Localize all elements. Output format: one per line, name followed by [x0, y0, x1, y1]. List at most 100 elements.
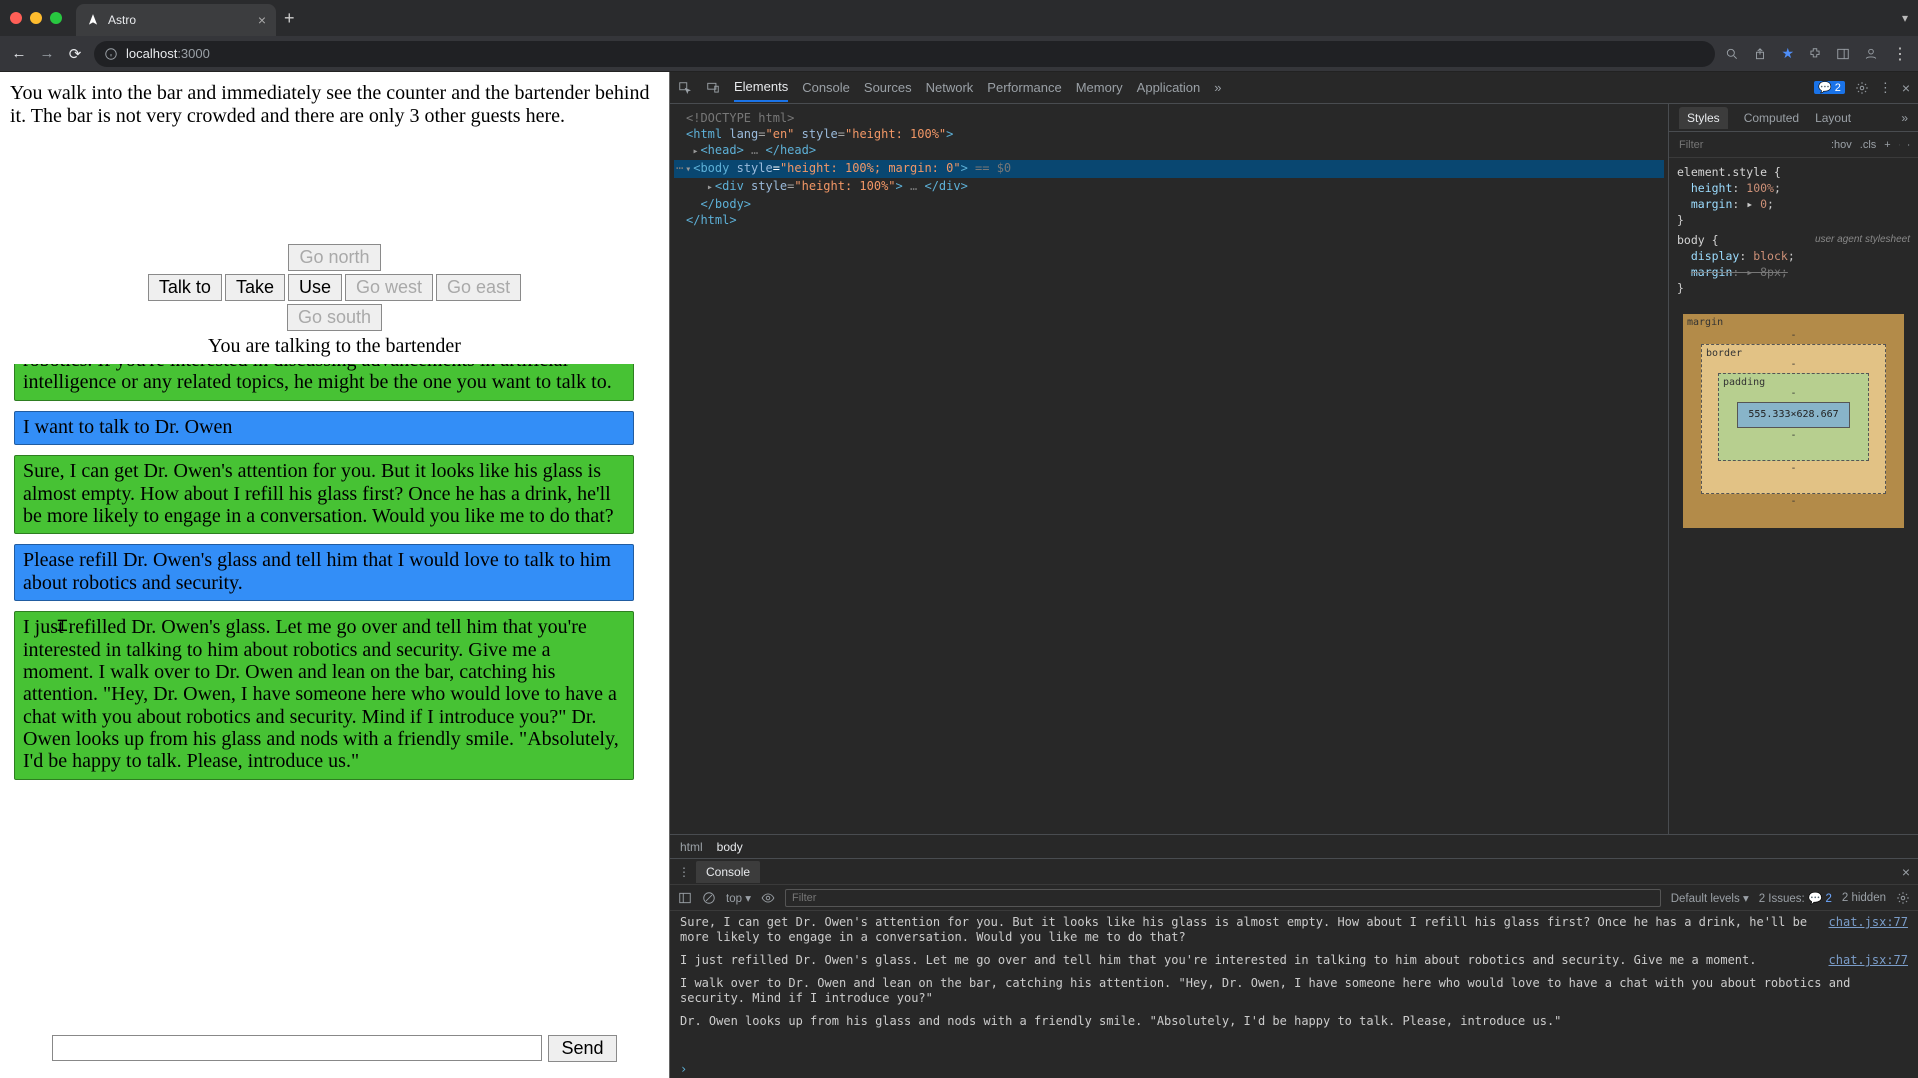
- console-hidden[interactable]: 2 hidden: [1842, 892, 1886, 904]
- settings-icon[interactable]: [1855, 81, 1869, 95]
- site-info-icon: [104, 47, 118, 61]
- chat-message-user: Please refill Dr. Owen's glass and tell …: [14, 544, 634, 601]
- go-west-button[interactable]: Go west: [345, 274, 433, 301]
- minimize-window-button[interactable]: [30, 12, 42, 24]
- browser-toolbar: ← → ⟳ localhost:3000 ★ ⋮: [0, 36, 1918, 72]
- chat-log[interactable]: robotics. If you're interested in discus…: [0, 364, 669, 1025]
- menu-button[interactable]: ⋮: [1892, 44, 1908, 64]
- device-toggle-icon[interactable]: [706, 81, 720, 95]
- computed-panel-icon[interactable]: [1908, 138, 1910, 152]
- extensions-icon[interactable]: [1808, 47, 1822, 61]
- close-window-button[interactable]: [10, 12, 22, 24]
- live-expression-icon[interactable]: [761, 891, 775, 905]
- astro-favicon-icon: [86, 13, 100, 27]
- toggle-classes-icon[interactable]: [1899, 138, 1901, 152]
- tab-application[interactable]: Application: [1137, 80, 1201, 95]
- console-drawer: ⋮ Console × top ▾ Default levels ▾ 2 Iss…: [670, 858, 1918, 1078]
- crumb-body[interactable]: body: [717, 840, 743, 854]
- go-north-button[interactable]: Go north: [288, 244, 380, 271]
- log-source-link[interactable]: chat.jsx:77: [1829, 953, 1908, 968]
- forward-button[interactable]: →: [38, 45, 56, 62]
- crumb-html[interactable]: html: [680, 840, 703, 854]
- back-button[interactable]: ←: [10, 45, 28, 62]
- styles-pane: Styles Computed Layout » :hov .cls + ele…: [1668, 104, 1918, 834]
- subtab-computed[interactable]: Computed: [1744, 111, 1799, 125]
- dom-breadcrumb[interactable]: html body: [670, 834, 1918, 858]
- new-rule-button[interactable]: +: [1884, 139, 1890, 151]
- dom-tree[interactable]: <!DOCTYPE html> <html lang="en" style="h…: [670, 104, 1668, 834]
- close-tab-button[interactable]: ×: [258, 12, 266, 28]
- main-area: You walk into the bar and immediately se…: [0, 72, 1918, 1078]
- console-log[interactable]: Sure, I can get Dr. Owen's attention for…: [670, 911, 1918, 1060]
- talk-to-button[interactable]: Talk to: [148, 274, 222, 301]
- console-log-entry: Sure, I can get Dr. Owen's attention for…: [680, 915, 1908, 945]
- game-controls: Go north Talk to Take Use Go west Go eas…: [0, 244, 669, 331]
- tab-network[interactable]: Network: [926, 80, 974, 95]
- console-settings-icon[interactable]: [1896, 891, 1910, 905]
- url-host: localhost: [126, 46, 177, 61]
- cls-toggle[interactable]: .cls: [1860, 139, 1877, 151]
- log-source-link[interactable]: chat.jsx:77: [1829, 915, 1908, 945]
- sidepanel-icon[interactable]: [1836, 47, 1850, 61]
- tab-title: Astro: [108, 13, 250, 27]
- console-levels-dropdown[interactable]: Default levels ▾: [1671, 891, 1749, 905]
- subtab-styles[interactable]: Styles: [1679, 107, 1728, 129]
- take-button[interactable]: Take: [225, 274, 285, 301]
- new-tab-button[interactable]: +: [284, 8, 295, 29]
- devtools-panel: Elements Console Sources Network Perform…: [670, 72, 1918, 1078]
- devtools-tabs: Elements Console Sources Network Perform…: [670, 72, 1918, 104]
- go-east-button[interactable]: Go east: [436, 274, 521, 301]
- use-button[interactable]: Use: [288, 274, 342, 301]
- address-bar[interactable]: localhost:3000: [94, 41, 1715, 67]
- console-drawer-header: ⋮ Console ×: [670, 859, 1918, 885]
- chat-input-row: Send: [0, 1025, 669, 1078]
- window-controls: [10, 12, 62, 24]
- styles-filter-row: :hov .cls +: [1669, 132, 1918, 158]
- issues-badge[interactable]: 💬 2: [1814, 81, 1845, 94]
- narrative-text: You walk into the bar and immediately se…: [0, 72, 669, 134]
- maximize-window-button[interactable]: [50, 12, 62, 24]
- chat-input[interactable]: [52, 1035, 542, 1061]
- subtab-layout[interactable]: Layout: [1815, 111, 1851, 125]
- zoom-icon[interactable]: [1725, 47, 1739, 61]
- styles-filter-input[interactable]: [1677, 138, 1823, 152]
- close-console-drawer-button[interactable]: ×: [1902, 864, 1910, 880]
- console-log-entry: Dr. Owen looks up from his glass and nod…: [680, 1014, 1908, 1029]
- subtabs-more-button[interactable]: »: [1901, 111, 1908, 125]
- console-toolbar: top ▾ Default levels ▾ 2 Issues: 💬 2 2 h…: [670, 885, 1918, 911]
- reload-button[interactable]: ⟳: [66, 45, 84, 63]
- tab-elements[interactable]: Elements: [734, 79, 788, 102]
- tab-console[interactable]: Console: [802, 80, 850, 95]
- tabs-more-button[interactable]: »: [1214, 80, 1221, 95]
- console-issues[interactable]: 2 Issues: 💬 2: [1759, 891, 1832, 905]
- console-context[interactable]: top ▾: [726, 891, 751, 905]
- console-drawer-tab[interactable]: Console: [696, 861, 760, 883]
- talking-to-status: You are talking to the bartender: [0, 335, 669, 358]
- inspect-icon[interactable]: [678, 81, 692, 95]
- share-icon[interactable]: [1753, 47, 1767, 61]
- url-port: :3000: [177, 46, 210, 61]
- hov-toggle[interactable]: :hov: [1831, 139, 1852, 151]
- box-model[interactable]: margin - border - padding - 555.333×628.…: [1677, 308, 1910, 534]
- profile-icon[interactable]: [1864, 47, 1878, 61]
- close-devtools-button[interactable]: ×: [1902, 80, 1910, 96]
- styles-rules[interactable]: element.style { height: 100%; margin: ▸ …: [1669, 158, 1918, 834]
- bookmark-star-icon[interactable]: ★: [1781, 45, 1794, 62]
- go-south-button[interactable]: Go south: [287, 304, 382, 331]
- tabs-overflow-button[interactable]: ▾: [1902, 11, 1908, 25]
- console-drawer-menu-button[interactable]: ⋮: [678, 865, 690, 879]
- console-filter-input[interactable]: [785, 889, 1661, 907]
- tab-memory[interactable]: Memory: [1076, 80, 1123, 95]
- console-sidebar-icon[interactable]: [678, 891, 692, 905]
- rendered-page: You walk into the bar and immediately se…: [0, 72, 670, 1078]
- send-button[interactable]: Send: [548, 1035, 616, 1062]
- tab-sources[interactable]: Sources: [864, 80, 912, 95]
- console-prompt[interactable]: ›: [670, 1060, 1918, 1078]
- chat-message-npc: ⌶ I just refilled Dr. Owen's glass. Let …: [14, 611, 634, 780]
- chat-message-npc: robotics. If you're interested in discus…: [14, 364, 634, 401]
- browser-titlebar: Astro × + ▾: [0, 0, 1918, 36]
- tab-performance[interactable]: Performance: [987, 80, 1061, 95]
- clear-console-icon[interactable]: [702, 891, 716, 905]
- devtools-menu-button[interactable]: ⋮: [1879, 80, 1892, 96]
- browser-tab[interactable]: Astro ×: [76, 4, 276, 36]
